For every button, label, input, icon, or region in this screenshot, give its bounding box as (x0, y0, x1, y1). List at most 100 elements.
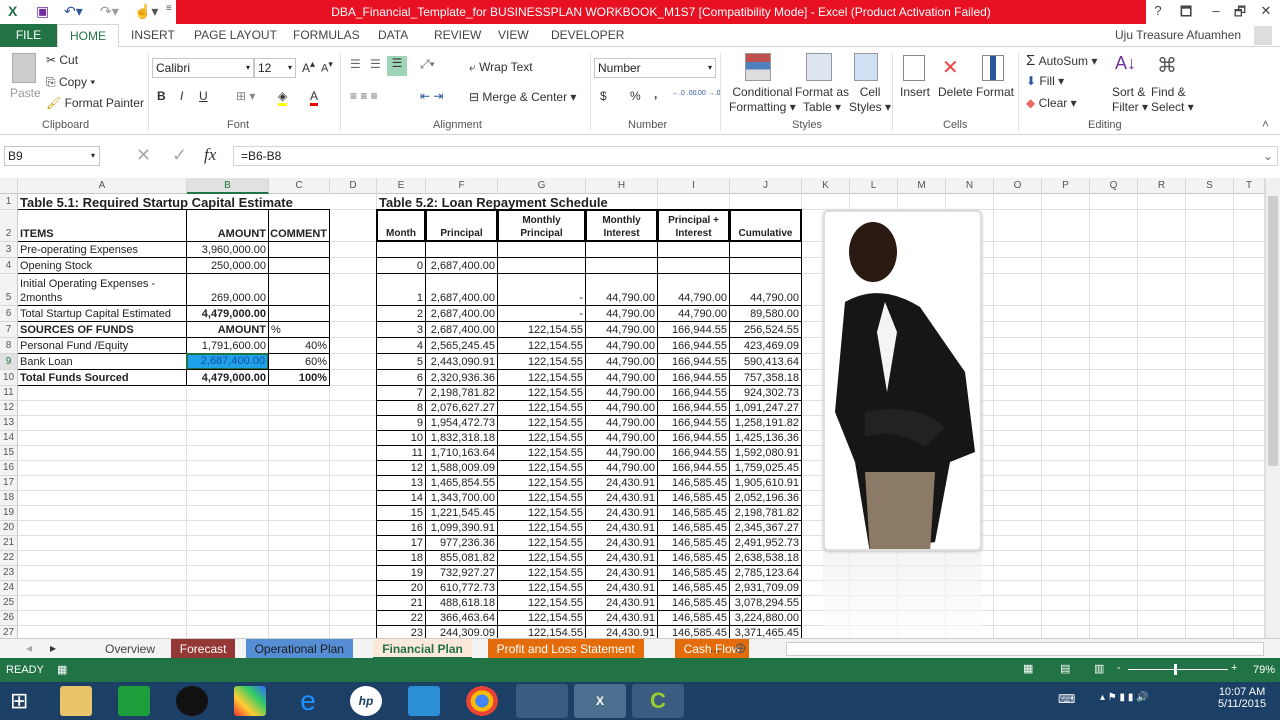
delete-button[interactable]: Delete (938, 85, 973, 99)
cell-O3[interactable] (994, 242, 1042, 258)
schedule-cell[interactable]: 3,371,465.45 (729, 625, 802, 638)
row-header-24[interactable]: 24 (0, 581, 18, 596)
cell-P21[interactable] (1042, 536, 1090, 551)
cell-O4[interactable] (994, 258, 1042, 274)
cell-C26[interactable] (269, 611, 330, 626)
cell-B8[interactable]: 1,791,600.00 (186, 337, 269, 354)
row-header-5[interactable]: 5 (0, 274, 18, 306)
cell-D23[interactable] (330, 566, 377, 581)
cell-B21[interactable] (187, 536, 269, 551)
schedule-cell[interactable]: 122,154.55 (497, 385, 586, 401)
column-header-O[interactable]: O (994, 178, 1042, 194)
cell-D11[interactable] (330, 386, 377, 401)
cell-T11[interactable] (1234, 386, 1265, 401)
cell-M1[interactable] (898, 194, 946, 210)
schedule-cell[interactable]: 2,687,400.00 (425, 321, 498, 338)
tab-review[interactable]: REVIEW (434, 28, 481, 42)
schedule-cell[interactable]: 2,687,400.00 (425, 257, 498, 274)
cell-A12[interactable] (18, 401, 187, 416)
cell-S8[interactable] (1186, 338, 1234, 354)
schedule-cell[interactable]: 122,154.55 (497, 580, 586, 596)
cell-S25[interactable] (1186, 596, 1234, 611)
schedule-cell[interactable]: 24,430.91 (585, 475, 658, 491)
cell-T5[interactable] (1234, 274, 1265, 306)
network-app-icon[interactable] (408, 686, 440, 716)
cell-R12[interactable] (1138, 401, 1186, 416)
normal-view-icon[interactable]: ▦ (1023, 662, 1033, 675)
cell-C2[interactable]: COMMENT (268, 209, 330, 242)
cell-D21[interactable] (330, 536, 377, 551)
cell-P10[interactable] (1042, 370, 1090, 386)
sheet-tab-operational-plan[interactable]: Operational Plan (245, 639, 353, 659)
schedule-cell[interactable]: 146,585.45 (657, 595, 730, 611)
cell-S23[interactable] (1186, 566, 1234, 581)
cell-O2[interactable] (994, 210, 1042, 242)
ribbon-display-button[interactable]: 🗖 (1174, 3, 1198, 25)
cell-T2[interactable] (1234, 210, 1265, 242)
cell-Q12[interactable] (1090, 401, 1138, 416)
cell-O16[interactable] (994, 461, 1042, 476)
cell-R1[interactable] (1138, 194, 1186, 210)
cell-Q4[interactable] (1090, 258, 1138, 274)
cell-C19[interactable] (269, 506, 330, 521)
column-header-R[interactable]: R (1138, 178, 1186, 194)
cell-T9[interactable] (1234, 354, 1265, 370)
month-cell[interactable]: 10 (376, 430, 426, 446)
schedule-cell[interactable]: 3,078,294.55 (729, 595, 802, 611)
customize-qat-icon[interactable]: ≡ (166, 3, 172, 14)
cell-R26[interactable] (1138, 611, 1186, 626)
schedule-cell[interactable]: 757,358.18 (729, 369, 802, 386)
cell-D17[interactable] (330, 476, 377, 491)
schedule-cell[interactable]: 44,790.00 (585, 337, 658, 354)
sheet-tab-profit-and-loss-statement[interactable]: Profit and Loss Statement (487, 639, 644, 659)
schedule-cell[interactable]: 166,944.55 (657, 369, 730, 386)
cell-D22[interactable] (330, 551, 377, 566)
cell-R20[interactable] (1138, 521, 1186, 536)
schedule-cell[interactable] (729, 257, 802, 274)
cell-T13[interactable] (1234, 416, 1265, 431)
cell-P27[interactable] (1042, 626, 1090, 638)
cell-P5[interactable] (1042, 274, 1090, 306)
schedule-cell[interactable]: 24,430.91 (585, 580, 658, 596)
camtasia-icon[interactable]: C (632, 684, 684, 718)
cell-O6[interactable] (994, 306, 1042, 322)
italic-button[interactable]: I (180, 89, 183, 103)
cell-A26[interactable] (18, 611, 187, 626)
schedule-cell[interactable]: 44,790.00 (585, 305, 658, 322)
month-cell[interactable]: 21 (376, 595, 426, 611)
row-header-20[interactable]: 20 (0, 521, 18, 536)
cell-S20[interactable] (1186, 521, 1234, 536)
cell-O21[interactable] (994, 536, 1042, 551)
cell-D12[interactable] (330, 401, 377, 416)
tab-insert[interactable]: INSERT (131, 28, 175, 42)
column-header-G[interactable]: G (498, 178, 586, 194)
cell-D13[interactable] (330, 416, 377, 431)
cell-D25[interactable] (330, 596, 377, 611)
cell-Q25[interactable] (1090, 596, 1138, 611)
cell-D2[interactable] (330, 210, 377, 242)
schedule-cell[interactable]: 590,413.64 (729, 353, 802, 370)
redo-icon[interactable]: ↷▾ (100, 3, 119, 20)
cell-C16[interactable] (269, 461, 330, 476)
schedule-cell[interactable]: 1,710,163.64 (425, 445, 498, 461)
schedule-cell[interactable]: 24,430.91 (585, 520, 658, 536)
schedule-cell[interactable]: 2,491,952.73 (729, 535, 802, 551)
cell-B20[interactable] (187, 521, 269, 536)
cell-O26[interactable] (994, 611, 1042, 626)
schedule-cell[interactable]: 2,052,196.36 (729, 490, 802, 506)
schedule-cell[interactable]: 44,790.00 (657, 273, 730, 306)
cell-C20[interactable] (269, 521, 330, 536)
lync-icon[interactable] (516, 684, 568, 718)
row-header-6[interactable]: 6 (0, 306, 18, 322)
zoom-slider[interactable] (1128, 669, 1228, 670)
schedule-cell[interactable] (425, 241, 498, 258)
cell-T6[interactable] (1234, 306, 1265, 322)
row-header-8[interactable]: 8 (0, 338, 18, 354)
cell-S3[interactable] (1186, 242, 1234, 258)
schedule-cell[interactable]: 122,154.55 (497, 595, 586, 611)
schedule-cell[interactable]: 44,790.00 (585, 460, 658, 476)
cell-R4[interactable] (1138, 258, 1186, 274)
cell-A23[interactable] (18, 566, 187, 581)
formula-input[interactable]: =B6-B8 ⌄ (233, 146, 1278, 166)
save-icon[interactable]: ▣ (36, 3, 49, 20)
